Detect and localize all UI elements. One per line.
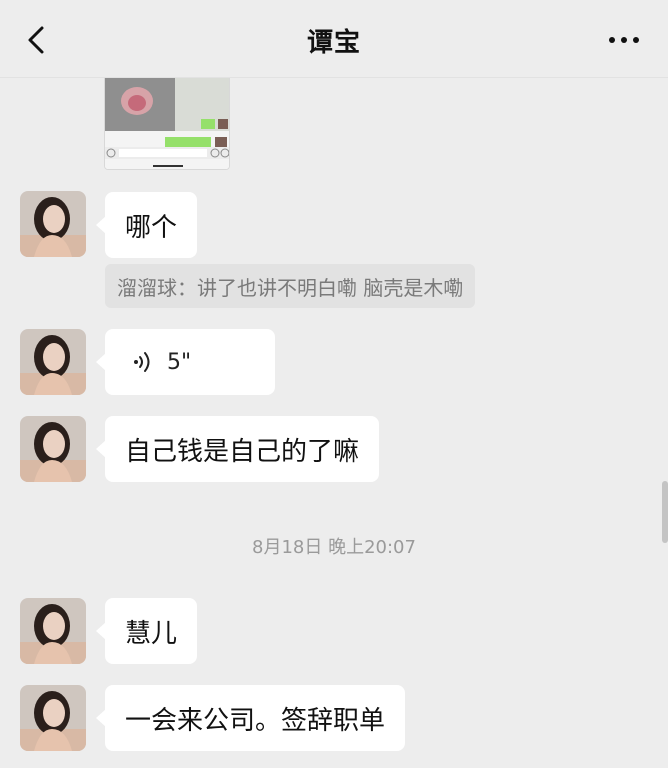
chat-title: 谭宝 xyxy=(306,28,361,58)
message-text: 慧儿 xyxy=(125,618,178,649)
voice-wave-icon xyxy=(133,349,153,375)
image-message[interactable] xyxy=(104,68,230,170)
timestamp: 8月18日 晚上20:07 xyxy=(252,537,416,558)
avatar[interactable] xyxy=(20,416,86,482)
avatar[interactable] xyxy=(20,329,86,395)
message-bubble[interactable]: 一会来公司。签辞职单 xyxy=(95,685,406,751)
avatar[interactable] xyxy=(20,191,86,257)
voice-message[interactable]: 5" xyxy=(96,329,275,395)
message-bubble[interactable]: 自己钱是自己的了嘛 xyxy=(95,416,380,482)
message-text: 自己钱是自己的了嘛 xyxy=(125,436,360,467)
voice-duration: 5" xyxy=(167,349,192,375)
message-bubble[interactable]: 慧儿 xyxy=(95,598,198,664)
scrollbar[interactable] xyxy=(662,481,668,543)
more-dots-icon[interactable] xyxy=(604,30,644,50)
avatar[interactable] xyxy=(20,685,86,751)
quoted-message[interactable]: 溜溜球：讲了也讲不明白嘞 脑壳是木嘞 xyxy=(105,264,476,308)
message-text: 一会来公司。签辞职单 xyxy=(125,705,386,736)
chat-header: 谭宝 xyxy=(0,0,668,78)
chat-page: 谭宝 哪个 溜溜球：讲了也讲不明白嘞 脑壳是木嘞 5" 自己钱是自己的了嘛 8月… xyxy=(0,0,668,768)
message-bubble[interactable]: 哪个 xyxy=(95,192,198,258)
quote-text: 溜溜球：讲了也讲不明白嘞 脑壳是木嘞 xyxy=(117,275,464,300)
message-text: 哪个 xyxy=(125,212,178,243)
avatar[interactable] xyxy=(20,598,86,664)
